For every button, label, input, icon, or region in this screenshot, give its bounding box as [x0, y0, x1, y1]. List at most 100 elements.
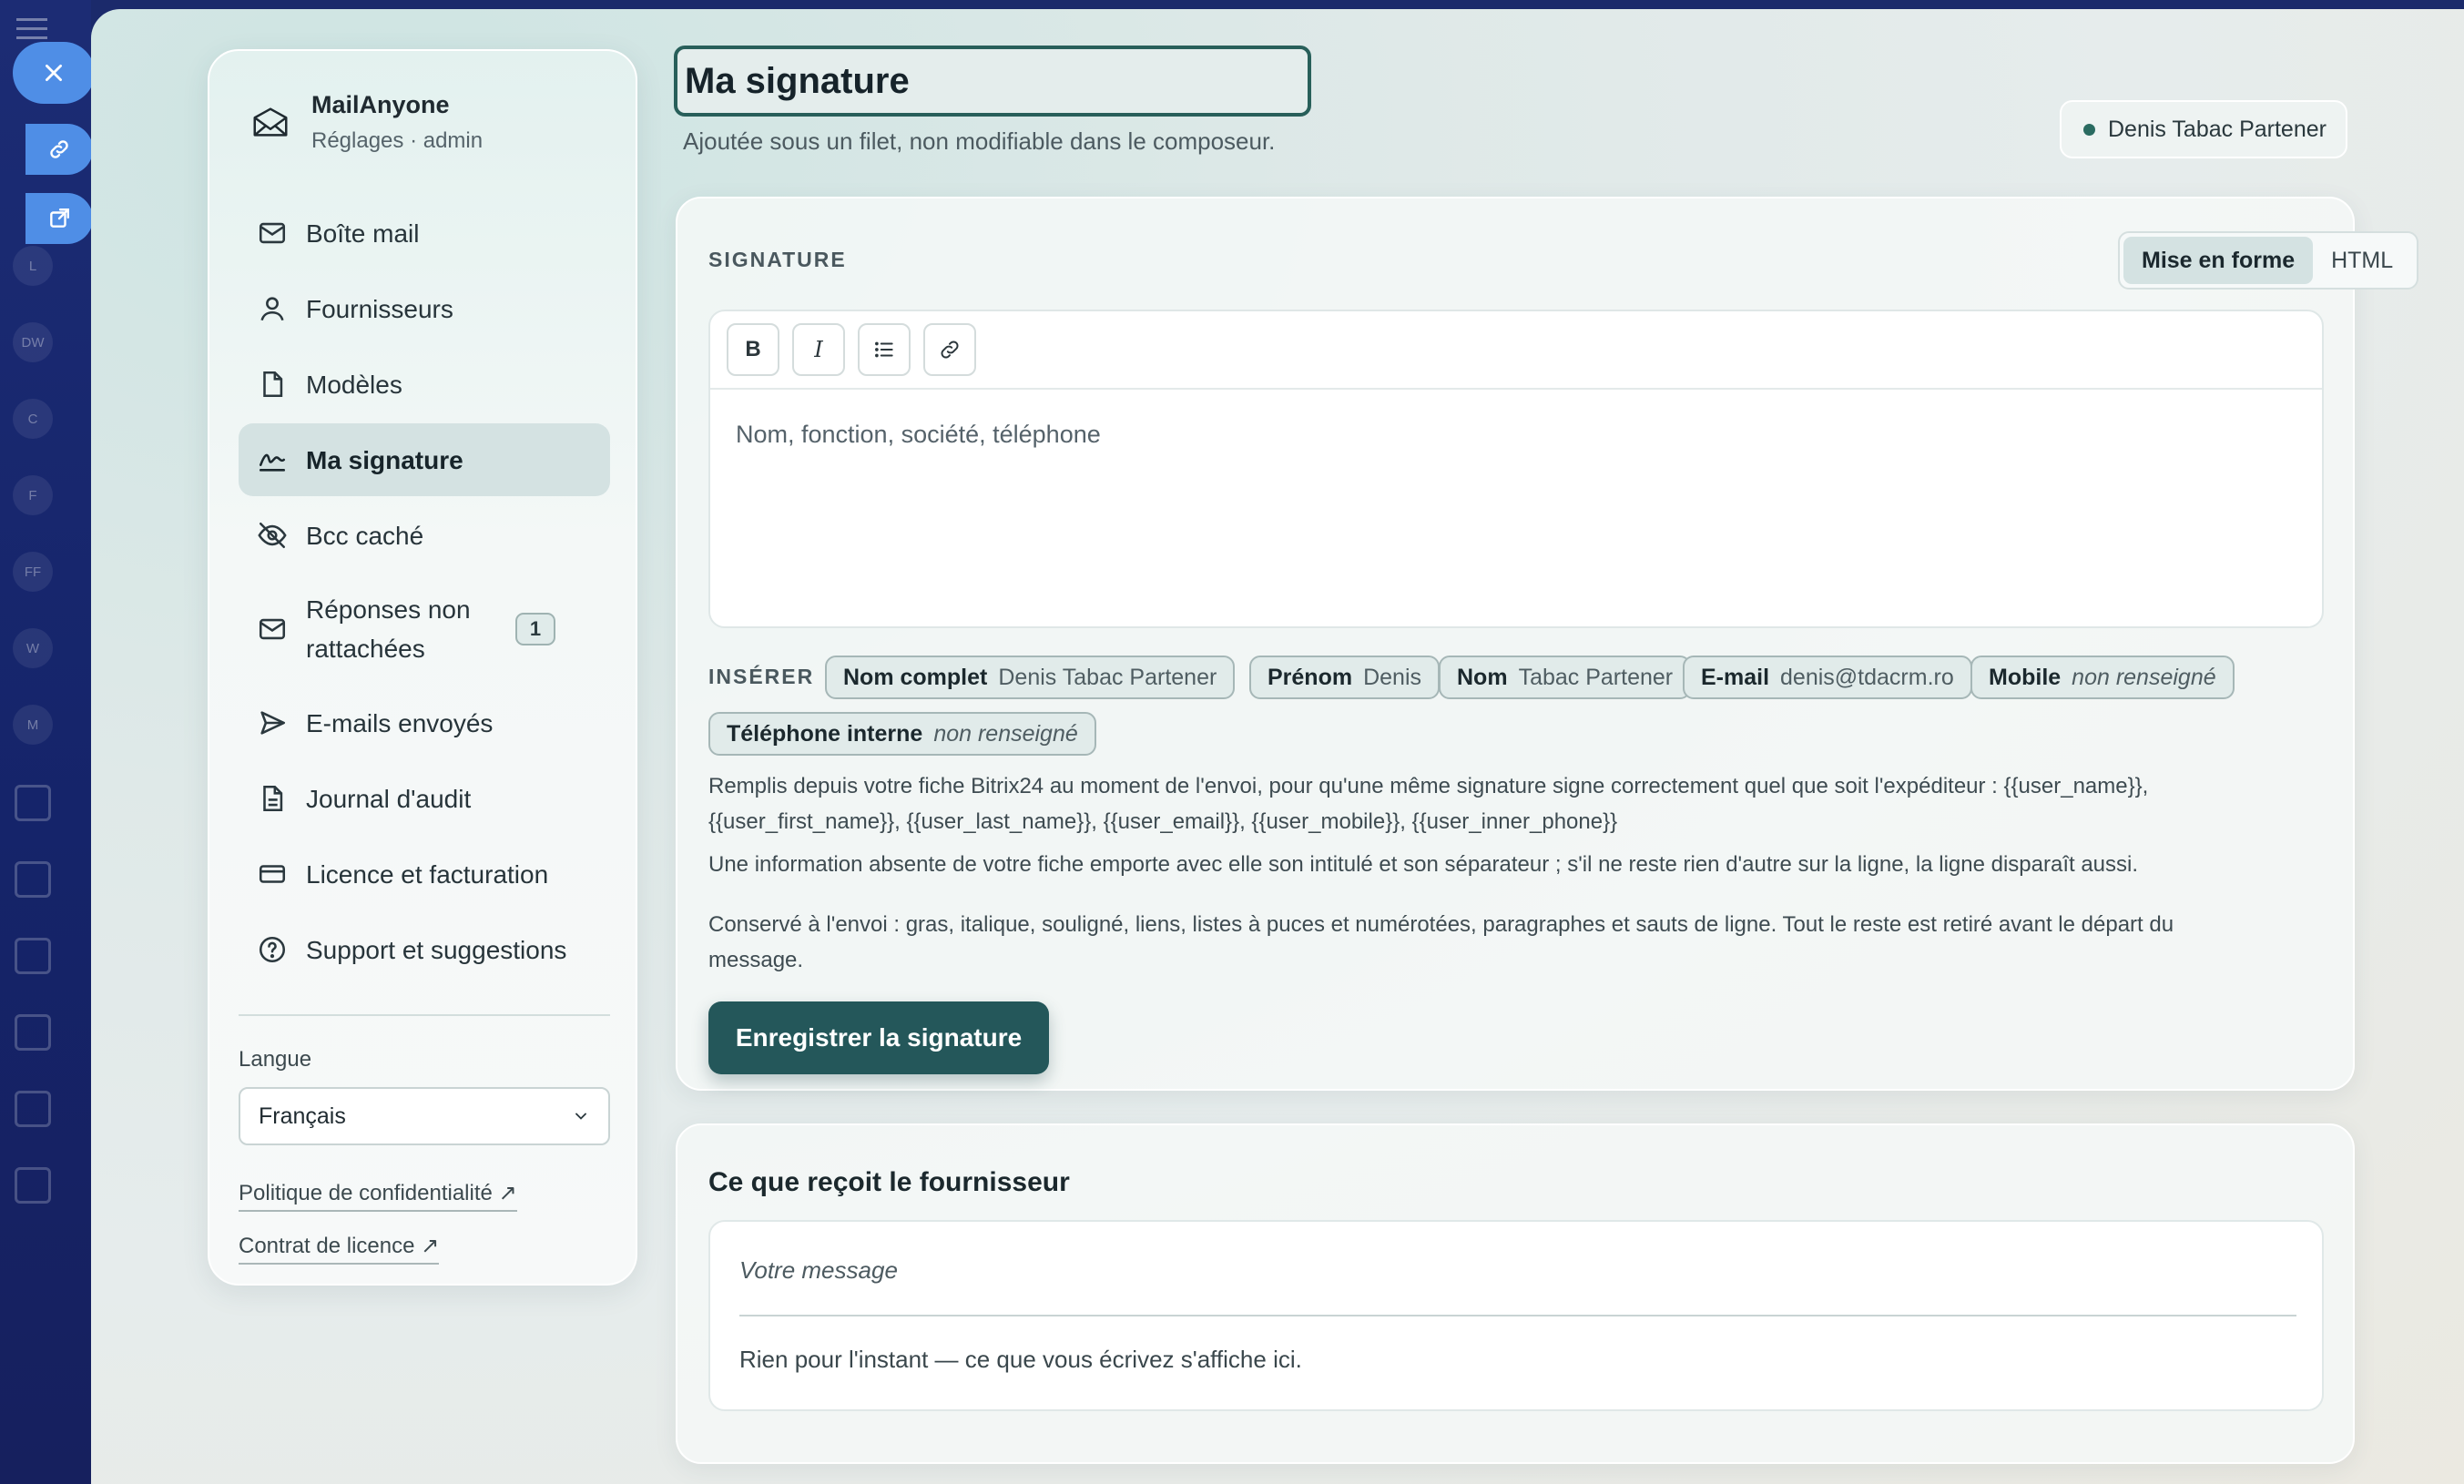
sidebar-item-audit-log[interactable]: Journal d'audit [239, 762, 610, 835]
brand: MailAnyone Réglages · admin [249, 91, 483, 154]
close-slider-button[interactable] [13, 42, 95, 104]
chip-value: non renseigné [933, 720, 1078, 747]
sidebar-item-label: Bcc caché [306, 521, 424, 550]
variable-chip-first-name[interactable]: Prénom Denis [1249, 656, 1441, 699]
rail-avatar[interactable]: FF [13, 552, 53, 592]
sidebar-item-label: Support et suggestions [306, 935, 567, 964]
preview-card: Ce que reçoit le fournisseur Votre messa… [676, 1123, 2355, 1464]
copy-link-button[interactable] [25, 124, 93, 175]
save-signature-button[interactable]: Enregistrer la signature [708, 1001, 1049, 1074]
signature-editor: B I Nom, fonction, société, téléphone [708, 310, 2324, 628]
signature-text-area[interactable]: Nom, fonction, société, téléphone [710, 390, 2322, 480]
chevron-down-icon [575, 1113, 586, 1120]
sidebar-item-sent-emails[interactable]: E-mails envoyés [239, 686, 610, 759]
variable-chip-inner-phone[interactable]: Téléphone interne non renseigné [708, 712, 1096, 756]
rail-avatar[interactable]: W [13, 628, 53, 668]
chip-key: Prénom [1268, 664, 1353, 690]
variable-chip-last-name[interactable]: Nom Tabac Partener [1439, 656, 1692, 699]
credit-card-icon [259, 865, 286, 883]
mail-logo-icon [253, 107, 288, 137]
bullet-list-button[interactable] [858, 323, 911, 376]
mode-html-button[interactable]: HTML [2313, 237, 2411, 284]
eye-off-icon [258, 522, 287, 549]
insert-link-button[interactable] [923, 323, 976, 376]
sidebar-item-label: Boîte mail [306, 219, 420, 248]
insert-label: INSÉRER [708, 665, 815, 688]
sidebar-item-billing[interactable]: Licence et facturation [239, 838, 610, 910]
chip-key: Nom complet [843, 664, 988, 690]
editor-toolbar: B I [710, 311, 2322, 390]
file-icon [263, 371, 283, 398]
help-text: Remplis depuis votre fiche Bitrix24 au m… [708, 774, 2149, 798]
variable-chip-mobile[interactable]: Mobile non renseigné [1970, 656, 2235, 699]
preview-message-placeholder: Votre message [739, 1256, 898, 1284]
settings-window: MailAnyone Réglages · admin Boîte mail F… [91, 9, 2464, 1484]
sidebar-item-suppliers[interactable]: Fournisseurs [239, 272, 610, 345]
rail-building-icon[interactable] [15, 861, 51, 898]
document-icon [263, 785, 283, 812]
variable-chip-email[interactable]: E-mail denis@tdacrm.ro [1683, 656, 1972, 699]
rail-chart-icon[interactable] [15, 938, 51, 974]
chip-key: Téléphone interne [727, 720, 923, 747]
sidebar-divider [239, 1014, 610, 1016]
rail-avatar[interactable]: DW [13, 322, 53, 362]
mail-icon [259, 222, 286, 244]
help-text: {{user_first_name}}, {{user_last_name}},… [708, 809, 1618, 834]
rail-pen-icon[interactable] [15, 1167, 51, 1204]
help-missing-info: Une information absente de votre fiche e… [708, 852, 2139, 877]
chip-value: non renseigné [2072, 664, 2216, 690]
chip-key: Mobile [1989, 664, 2062, 690]
chip-value: Denis Tabac Partener [998, 664, 1217, 690]
chip-value: Denis [1363, 664, 1422, 690]
list-icon [875, 341, 893, 358]
preview-title: Ce que reçoit le fournisseur [708, 1167, 1070, 1197]
rail-calendar-icon[interactable] [15, 785, 51, 821]
variable-chip-full-name[interactable]: Nom complet Denis Tabac Partener [825, 656, 1236, 699]
app-name: MailAnyone [311, 91, 450, 118]
link-icon [941, 341, 959, 359]
chip-value: denis@tdacrm.ro [1780, 664, 1954, 690]
page-subtitle: Ajoutée sous un filet, non modifiable da… [683, 127, 1276, 155]
help-variables: Remplis depuis votre fiche Bitrix24 au m… [708, 768, 2338, 839]
section-label: SIGNATURE [708, 248, 847, 271]
link-icon [50, 140, 68, 158]
signature-card: SIGNATURE Mise en forme HTML B I Nom, fo… [676, 197, 2418, 1091]
sidebar-item-support[interactable]: Support et suggestions [239, 913, 610, 986]
app-subtitle: Réglages · admin [311, 128, 484, 153]
language-label: Langue [239, 1047, 312, 1072]
mode-rich-text-button[interactable]: Mise en forme [2123, 237, 2314, 284]
sidebar-item-label: Modèles [306, 370, 402, 399]
sidebar-item-mailbox[interactable]: Boîte mail [239, 197, 610, 269]
close-icon [46, 65, 62, 81]
sidebar-item-label: Journal d'audit [306, 784, 472, 813]
signature-icon [259, 453, 286, 472]
menu-icon[interactable] [16, 18, 47, 40]
rail-avatar[interactable]: C [13, 399, 53, 439]
rail-avatar[interactable]: F [13, 475, 53, 515]
rail-doc-icon[interactable] [15, 1091, 51, 1127]
language-select[interactable]: Français [239, 1087, 610, 1145]
privacy-policy-link[interactable]: Politique de confidentialité ↗ [239, 1180, 517, 1212]
sidebar-item-unattached-replies[interactable]: Réponses non rattachées 1 [239, 574, 610, 684]
license-agreement-link[interactable]: Contrat de licence ↗ [239, 1233, 440, 1265]
open-new-window-button[interactable] [25, 193, 93, 244]
send-icon [260, 711, 286, 735]
sidebar: MailAnyone Réglages · admin Boîte mail F… [208, 49, 637, 1286]
rail-avatar[interactable]: M [13, 705, 53, 745]
help-text: Conservé à l'envoi : gras, italique, sou… [708, 912, 2174, 937]
sidebar-item-label: Réponses non rattachées [306, 595, 471, 663]
rail-library-icon[interactable] [15, 1014, 51, 1051]
sidebar-item-label: E-mails envoyés [306, 708, 494, 737]
sidebar-item-signature[interactable]: Ma signature [239, 423, 610, 496]
language-value: Français [259, 1103, 346, 1129]
chip-key: Nom [1457, 664, 1508, 690]
sidebar-item-hidden-bcc[interactable]: Bcc caché [239, 499, 610, 572]
current-user-name: Denis Tabac Partener [2108, 116, 2327, 142]
external-link-icon [50, 208, 69, 228]
bold-button[interactable]: B [727, 323, 779, 376]
sidebar-item-templates[interactable]: Modèles [239, 348, 610, 421]
help-text: message. [708, 948, 804, 972]
signature-title-field[interactable]: Ma signature [674, 46, 1311, 117]
rail-avatar[interactable]: L [13, 246, 53, 286]
italic-button[interactable]: I [792, 323, 845, 376]
